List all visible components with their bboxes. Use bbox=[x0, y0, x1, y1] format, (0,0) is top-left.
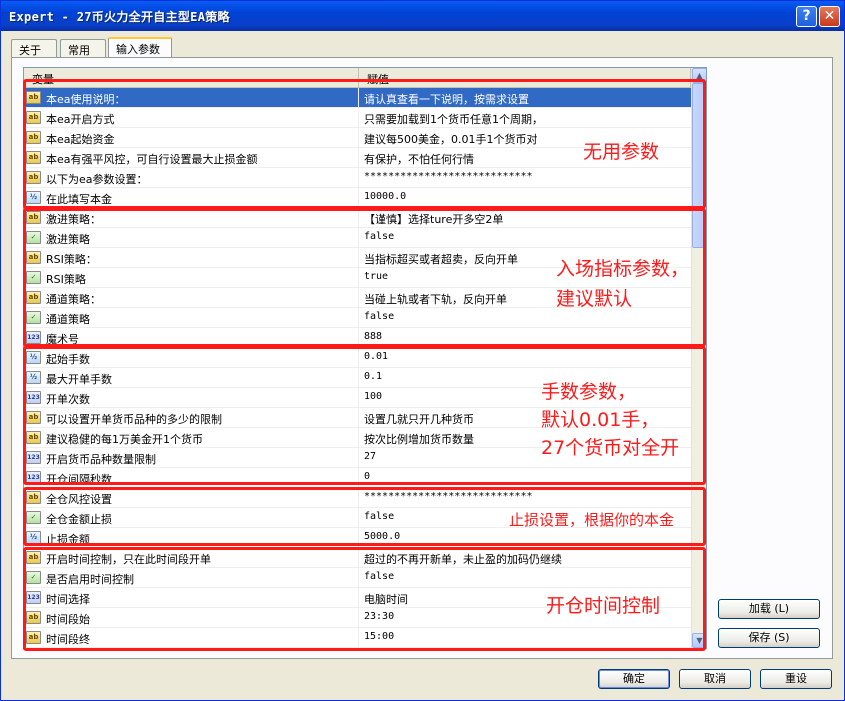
parameter-name: 时间段始 bbox=[24, 608, 359, 628]
reset-button[interactable]: 重设 bbox=[760, 669, 832, 689]
parameter-name: 止损金额 bbox=[24, 528, 359, 548]
window-title: Expert - 27币火力全开自主型EA策略 bbox=[9, 10, 230, 24]
parameter-row[interactable]: ab 本ea使用说明： 请认真查看一下说明，按需求设置 bbox=[24, 88, 691, 108]
tab-inputs[interactable]: 输入参数 bbox=[108, 37, 172, 58]
parameter-name: 激进策略 bbox=[24, 228, 359, 248]
parameter-name: 是否启用时间控制 bbox=[24, 568, 359, 588]
parameter-row[interactable]: ab 全仓风控设置 **************************** bbox=[24, 488, 691, 508]
title-bar[interactable]: Expert - 27币火力全开自主型EA策略 ? ✕ bbox=[1, 1, 844, 31]
parameter-name: 在此填写本金 bbox=[24, 188, 359, 208]
parameter-value[interactable]: 888 bbox=[359, 328, 691, 348]
parameter-row[interactable]: ½ 起始手数 0.01 bbox=[24, 348, 691, 368]
parameter-row[interactable]: ✓ 是否启用时间控制 false bbox=[24, 568, 691, 588]
parameter-value[interactable]: 0.1 bbox=[359, 368, 691, 388]
annotation-text-stoploss: 止损设置，根据你的本金 bbox=[509, 511, 675, 529]
parameter-name: 本ea起始资金 bbox=[24, 128, 359, 148]
parameter-name: 全仓金额止损 bbox=[24, 508, 359, 528]
parameter-rows: ab 本ea使用说明： 请认真查看一下说明，按需求设置 ab 本ea开启方式 只需要加载到… bbox=[24, 88, 691, 648]
parameter-value[interactable]: 0.01 bbox=[359, 348, 691, 368]
parameter-name: 时间段终 bbox=[24, 628, 359, 648]
parameter-value[interactable]: 10000.0 bbox=[359, 188, 691, 208]
parameter-name: 建议稳健的每1万美金开1个货币 bbox=[24, 428, 359, 448]
load-button[interactable]: 加载 (L) bbox=[718, 599, 820, 619]
expert-properties-window: Expert - 27币火力全开自主型EA策略 ? ✕ 关于 常用 输入参数 变… bbox=[0, 0, 845, 701]
parameter-row[interactable]: 123 魔术号 888 bbox=[24, 328, 691, 348]
scroll-down-icon[interactable]: ▼ bbox=[692, 633, 706, 648]
tab-common[interactable]: 常用 bbox=[60, 39, 106, 57]
parameter-value[interactable]: false bbox=[359, 308, 691, 328]
parameter-value[interactable]: false bbox=[359, 228, 691, 248]
annotation-text-entry-2: 建议默认 bbox=[556, 288, 633, 310]
parameter-name: 时间选择 bbox=[24, 588, 359, 608]
parameter-name: RSI策略： bbox=[24, 248, 359, 268]
parameter-value[interactable]: 15:00 bbox=[359, 628, 691, 648]
parameter-value[interactable]: 5000.0 bbox=[359, 528, 691, 548]
parameter-row[interactable]: ✓ 激进策略 false bbox=[24, 228, 691, 248]
parameter-row[interactable]: ½ 止损金额 5000.0 bbox=[24, 528, 691, 548]
parameter-value[interactable]: **************************** bbox=[359, 168, 691, 188]
annotation-text-lots-2: 默认0.01手， bbox=[541, 409, 660, 431]
parameter-name: 开启货币品种数量限制 bbox=[24, 448, 359, 468]
vertical-scrollbar[interactable]: ▲ ▼ bbox=[691, 68, 706, 648]
parameter-value[interactable]: 请认真查看一下说明，按需求设置 bbox=[359, 88, 691, 108]
parameter-value[interactable]: 超过的不再开新单，未止盈的加码仍继续 bbox=[359, 548, 691, 568]
cancel-button[interactable]: 取消 bbox=[679, 669, 751, 689]
parameter-name: 开单次数 bbox=[24, 388, 359, 408]
annotation-text-lots-1: 手数参数， bbox=[541, 381, 637, 403]
parameter-row[interactable]: ab 激进策略： 【谨慎】选择ture开多空2单 bbox=[24, 208, 691, 228]
tab-about[interactable]: 关于 bbox=[11, 39, 57, 57]
scroll-thumb[interactable] bbox=[692, 83, 706, 248]
parameter-name: 本ea使用说明： bbox=[24, 88, 359, 108]
parameter-name: 全仓风控设置 bbox=[24, 488, 359, 508]
parameter-row[interactable]: ✓ 通道策略 false bbox=[24, 308, 691, 328]
ok-button[interactable]: 确定 bbox=[598, 669, 670, 689]
parameter-name: 最大开单手数 bbox=[24, 368, 359, 388]
parameter-value[interactable]: 0 bbox=[359, 468, 691, 488]
annotation-text-time: 开仓时间控制 bbox=[546, 595, 661, 617]
parameter-name: 可以设置开单货币品种的多少的限制 bbox=[24, 408, 359, 428]
parameter-name: 本ea开启方式 bbox=[24, 108, 359, 128]
parameter-row[interactable]: ab 本ea开启方式 只需要加载到1个货币任意1个周期， bbox=[24, 108, 691, 128]
parameter-name: 通道策略： bbox=[24, 288, 359, 308]
parameter-value[interactable]: false bbox=[359, 568, 691, 588]
parameter-value[interactable]: 当碰上轨或者下轨，反向开单 bbox=[359, 288, 691, 308]
parameter-row[interactable]: ½ 在此填写本金 10000.0 bbox=[24, 188, 691, 208]
parameter-name: RSI策略 bbox=[24, 268, 359, 288]
parameter-name: 开启时间控制，只在此时间段开单 bbox=[24, 548, 359, 568]
parameter-name: 激进策略： bbox=[24, 208, 359, 228]
parameter-name: 开仓间隔秒数 bbox=[24, 468, 359, 488]
parameter-value[interactable]: **************************** bbox=[359, 488, 691, 508]
parameter-name: 起始手数 bbox=[24, 348, 359, 368]
help-icon[interactable]: ? bbox=[796, 6, 817, 27]
save-button[interactable]: 保存 (S) bbox=[718, 628, 820, 648]
parameter-name: 通道策略 bbox=[24, 308, 359, 328]
grid-header: 变量 赋值 bbox=[24, 68, 691, 88]
annotation-text-entry-1: 入场指标参数， bbox=[556, 258, 690, 280]
parameter-name: 本ea有强平风控，可自行设置最大止损金额 bbox=[24, 148, 359, 168]
parameter-name: 魔术号 bbox=[24, 328, 359, 348]
scroll-up-icon[interactable]: ▲ bbox=[692, 68, 706, 83]
parameter-row[interactable]: 123 开仓间隔秒数 0 bbox=[24, 468, 691, 488]
parameter-row[interactable]: ab 以下为ea参数设置： **************************** bbox=[24, 168, 691, 188]
parameter-row[interactable]: ab 开启时间控制，只在此时间段开单 超过的不再开新单，未止盈的加码仍继续 bbox=[24, 548, 691, 568]
annotation-text-useless: 无用参数 bbox=[583, 141, 660, 163]
parameter-name: 以下为ea参数设置： bbox=[24, 168, 359, 188]
column-header-variable[interactable]: 变量 bbox=[24, 68, 359, 88]
column-header-value[interactable]: 赋值 bbox=[359, 68, 691, 88]
annotation-text-lots-3: 27个货币对全开 bbox=[541, 437, 680, 459]
parameter-value[interactable]: 只需要加载到1个货币任意1个周期， bbox=[359, 108, 691, 128]
close-icon[interactable]: ✕ bbox=[819, 6, 840, 27]
parameter-row[interactable]: ab 时间段终 15:00 bbox=[24, 628, 691, 648]
parameter-value[interactable]: 【谨慎】选择ture开多空2单 bbox=[359, 208, 691, 228]
